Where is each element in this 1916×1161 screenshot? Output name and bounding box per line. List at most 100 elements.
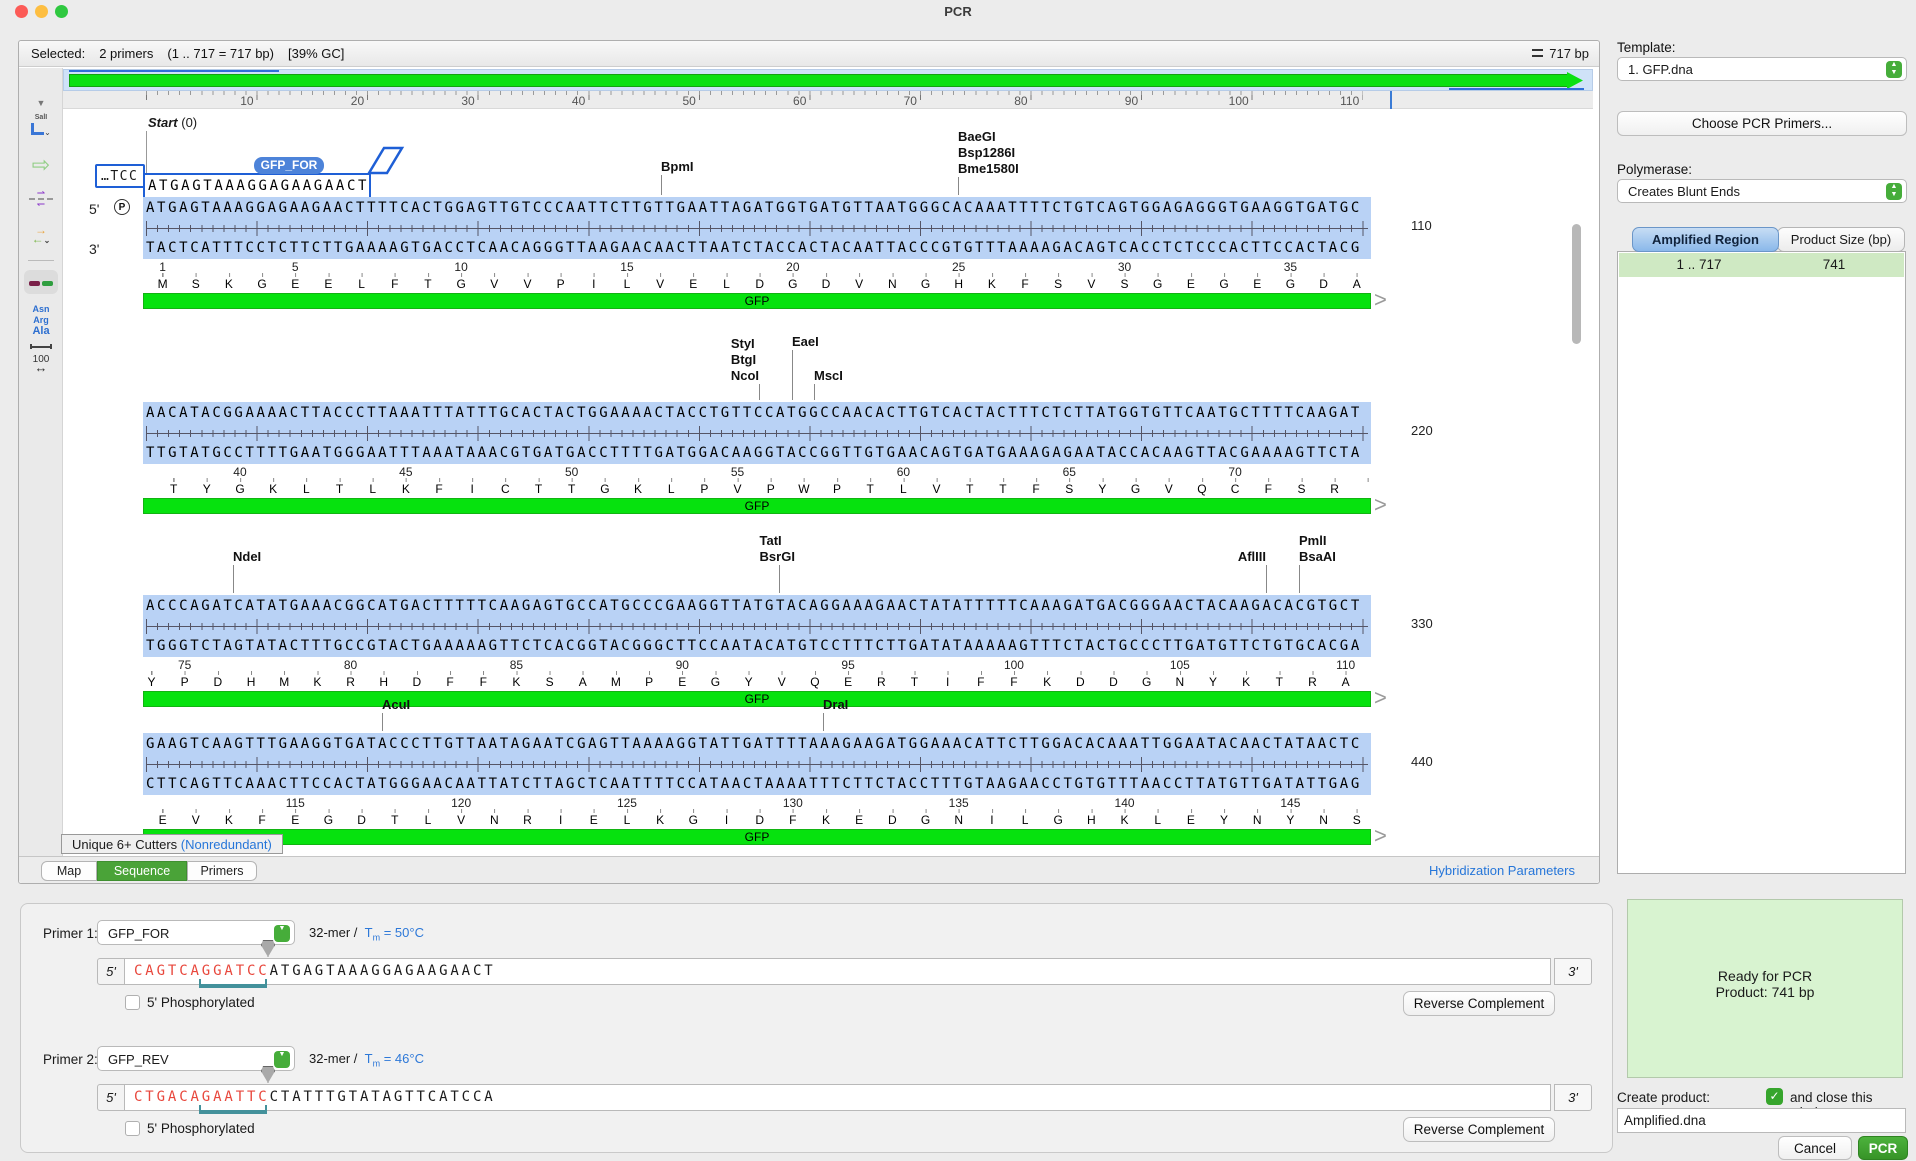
primer2-sequence-field[interactable]: CTGACAGAATTCCTATTTGTATAGTTCATCCA [124,1084,1551,1111]
feature-bar-gfp[interactable]: GFP [143,498,1371,514]
aa-letter: Y [1098,482,1106,496]
primer2-reverse-complement-button[interactable]: Reverse Complement [1403,1117,1555,1142]
enzyme-label[interactable]: BaeGIBsp1286IBme1580I [958,129,1019,177]
enzyme-label[interactable]: AcuI [382,697,410,713]
dna-strand-bottom[interactable]: TTGTATGCCTTTTGAATGGGAATTTAAATAAACGTGATGA… [146,445,1362,461]
primer-name-pill[interactable]: GFP_FOR [254,157,324,174]
enzyme-tick [823,713,824,731]
aa-ruler-number: 15 [620,260,633,274]
enzyme-label[interactable]: MscI [814,368,843,384]
enzyme-tick [1266,565,1267,593]
aa-letter: Y [1209,675,1217,689]
chevron-down-icon[interactable]: ▼ [274,925,290,942]
tab-sequence[interactable]: Sequence [97,861,187,881]
primer1-extension: CAGTCAGGATCC [134,963,270,979]
primer1-phosphorylated-checkbox[interactable] [125,995,140,1010]
aa-letter: G [711,675,720,689]
tab-product-size[interactable]: Product Size (bp) [1777,227,1905,252]
aa-letter: L [900,482,907,496]
aa-letter: K [1242,675,1250,689]
aa-ruler-number: 125 [617,796,637,810]
aa-letter: R [523,813,532,827]
primer2-junction-pin[interactable] [261,1066,275,1083]
close-window-checkbox[interactable]: ✓ [1766,1088,1783,1105]
enzyme-filter-badge[interactable]: Unique 6+ Cutters (Nonredundant) [61,834,283,854]
enzyme-label[interactable]: BpmI [661,159,694,175]
aa-letter: L [425,813,432,827]
aa-letter: P [833,482,841,496]
aa-letter: T [391,813,398,827]
vertical-scrollbar[interactable] [1572,224,1581,344]
primer-extension-box[interactable]: …TCC [95,164,145,188]
badge-link[interactable]: (Nonredundant) [181,837,272,852]
ruler-number: 100 [1229,94,1252,108]
enzyme-label[interactable]: TatIBsrGI [760,533,795,565]
enzyme-label[interactable]: NdeI [233,549,261,565]
aa-letter: K [269,482,277,496]
feature-bar-gfp[interactable]: GFP [143,691,1371,707]
enzyme-tick [382,713,383,731]
feature-bar-gfp[interactable]: GFP [143,293,1371,309]
amplified-region-row[interactable]: 1 .. 717 741 [1619,253,1904,277]
enzyme-label[interactable]: EaeI [792,334,819,350]
aa-letter: F [977,675,984,689]
tab-map[interactable]: Map [41,861,97,881]
badge-text: Unique 6+ Cutters [72,837,181,852]
cancel-button[interactable]: Cancel [1778,1136,1852,1160]
aa-ruler-number: 100 [1004,658,1024,672]
polymerase-select[interactable]: Creates Blunt Ends ▲▼ [1617,179,1907,203]
dna-strand-top[interactable]: GAAGTCAAGTTTGAAGGTGATACCCTTGTTAATAGAATCG… [146,736,1362,752]
aa-ruler-number: 130 [783,796,803,810]
strand-tick-ruler [143,619,1371,634]
primer1-anneal: ATGAGTAAAGGAGAAGAACT [270,963,496,979]
amplified-region-list[interactable]: 1 .. 717 741 [1617,251,1906,874]
sequence-minimap[interactable] [63,69,1593,91]
enzyme-label[interactable]: AflIII [1238,549,1266,565]
product-filename-input[interactable]: Amplified.dna [1617,1108,1906,1133]
enzyme-label[interactable]: PmlIBsaAI [1299,533,1336,565]
aa-letter: D [1076,675,1085,689]
dna-strand-top[interactable]: ACCCAGATCATATGAAACGGCATGACTTTTTCAAGAGTGC… [146,598,1362,614]
aa-letter: G [235,482,244,496]
hybridization-parameters-link[interactable]: Hybridization Parameters [1429,863,1575,878]
aa-letter: V [656,277,664,291]
strand-tick-ruler [143,221,1371,236]
ruler-number: 50 [682,94,698,108]
dna-strand-top[interactable]: AACATACGGAAAACTTACCCTTAAATTTATTTGCACTACT… [146,405,1362,421]
aa-ruler-number: 140 [1115,796,1135,810]
feature-bar-gfp[interactable]: GFP [143,829,1371,845]
row-position-label: 440 [1411,754,1433,769]
aa-letter: K [822,813,830,827]
stepper-icon[interactable]: ▲▼ [1886,61,1902,78]
template-select[interactable]: 1. GFP.dna ▲▼ [1617,57,1907,81]
dna-strand-bottom[interactable]: TGGGTCTAGTATACTTTGCCGTACTGAAAAAGTTCTCACG… [146,638,1362,654]
primer1-sequence-field[interactable]: CAGTCAGGATCCATGAGTAAAGGAGAAGAACT [124,958,1551,985]
enzyme-tick [661,175,662,195]
sequence-canvas[interactable]: Start (0) …TCC ATGAGTAAAGGAGAAGAACT GFP_… [19,109,1585,858]
primer1-reverse-complement-button[interactable]: Reverse Complement [1403,991,1555,1016]
enzyme-label[interactable]: StyIBtgINcoI [731,336,759,384]
collapse-icon[interactable]: ▼ [19,98,63,108]
aa-letter: R [346,675,355,689]
dna-strand-bottom[interactable]: TACTCATTTCCTCTTCTTGAAAAGTGACCTCAACAGGGTT… [146,240,1362,256]
chevron-down-icon[interactable]: ▼ [274,1051,290,1068]
dna-strand-bottom[interactable]: CTTCAGTTCAAACTTCCACTATGGGAACAATTATCTTAGC… [146,776,1362,792]
primer2-anneal: CTATTTGTATAGTTCATCCA [270,1089,496,1105]
aa-letter: K [225,813,233,827]
aa-letter: L [369,482,376,496]
tab-primers[interactable]: Primers [187,861,257,881]
primer2-phosphorylated-checkbox[interactable] [125,1121,140,1136]
status-line2: Product: 741 bp [1628,984,1902,1000]
pcr-button[interactable]: PCR [1858,1136,1908,1160]
enzyme-label[interactable]: DraI [823,697,848,713]
dna-strand-top[interactable]: ATGAGTAAAGGAGAAGAACTTTTCACTGGAGTTGTCCCAA… [146,200,1362,216]
primer-anneal-box[interactable]: ATGAGTAAAGGAGAAGAACT [143,173,371,199]
primer1-junction-pin[interactable] [261,940,275,957]
tab-amplified-region[interactable]: Amplified Region [1632,227,1779,252]
aa-letter: Y [1220,813,1228,827]
aa-letter: S [1297,482,1305,496]
aa-letter: Y [148,675,156,689]
stepper-icon[interactable]: ▲▼ [1886,183,1902,200]
aa-letter: L [1022,813,1029,827]
choose-pcr-primers-button[interactable]: Choose PCR Primers... [1617,111,1907,136]
